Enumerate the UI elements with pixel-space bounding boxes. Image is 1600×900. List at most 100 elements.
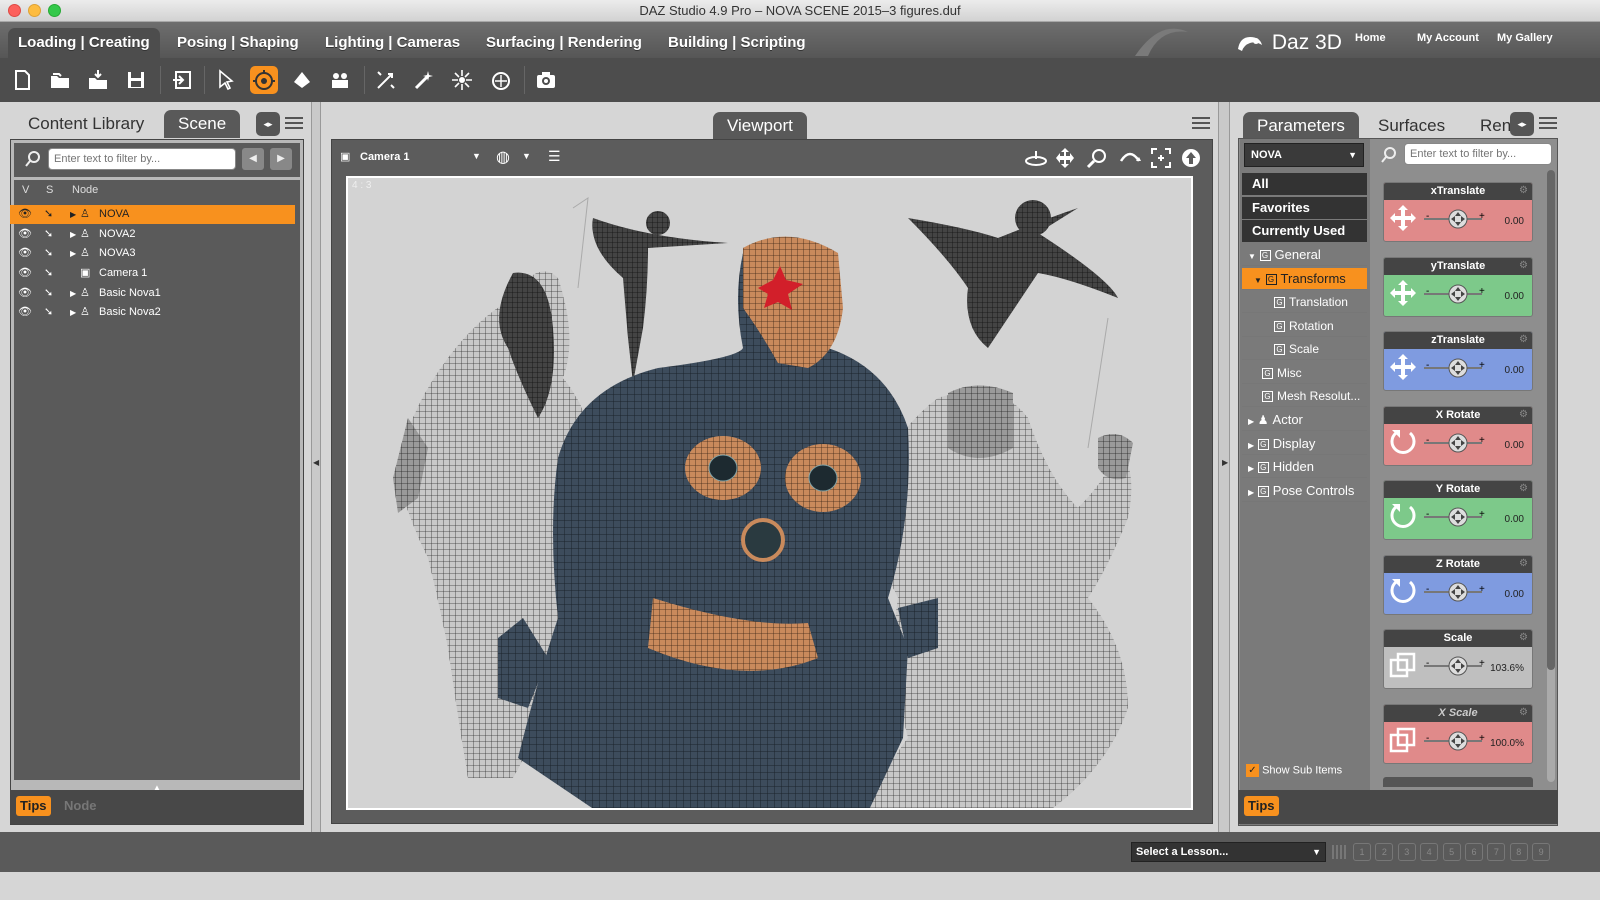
parameter-value[interactable]: 0.00: [1505, 365, 1524, 376]
home-link[interactable]: Home: [1355, 32, 1386, 44]
category-currently-used[interactable]: Currently Used: [1242, 220, 1367, 242]
decrement-icon[interactable]: -: [1426, 435, 1429, 446]
gear-icon[interactable]: ⚙: [1519, 558, 1528, 569]
category-favorites[interactable]: Favorites: [1242, 197, 1367, 219]
gear-icon[interactable]: ⚙: [1519, 185, 1528, 196]
merge-icon[interactable]: [84, 66, 112, 94]
slider-knob-icon[interactable]: [1448, 582, 1468, 602]
frame-icon[interactable]: [1150, 147, 1172, 169]
gear-icon[interactable]: ⚙: [1519, 632, 1528, 643]
right-panel-pin-button[interactable]: ◂▸: [1510, 112, 1534, 136]
filter-back-button[interactable]: ◀: [242, 148, 264, 170]
decrement-icon[interactable]: -: [1426, 658, 1429, 669]
right-tips-tab[interactable]: Tips: [1244, 796, 1279, 816]
panel-pin-button[interactable]: ◂▸: [256, 112, 280, 136]
slider-knob-icon[interactable]: [1448, 358, 1468, 378]
tab-loading-creating[interactable]: Loading | Creating: [8, 28, 160, 58]
tab-scene[interactable]: Scene: [164, 110, 241, 138]
new-icon[interactable]: [8, 66, 36, 94]
tab-posing-shaping[interactable]: Posing | Shaping: [167, 28, 309, 58]
node-selector-dropdown-icon[interactable]: ▼: [1348, 144, 1357, 166]
filter-forward-button[interactable]: ▶: [270, 148, 292, 170]
active-pose-icon[interactable]: [288, 66, 316, 94]
parameter-value[interactable]: 0.00: [1505, 291, 1524, 302]
tab-viewport[interactable]: Viewport: [713, 112, 807, 140]
select-icon[interactable]: [212, 66, 240, 94]
increment-icon[interactable]: +: [1479, 211, 1485, 222]
select-arrow-icon[interactable]: ➘: [44, 284, 53, 303]
slider-knob-icon[interactable]: [1448, 656, 1468, 676]
scene-row-nova2[interactable]: 👁 ➘ ▶ ♙ NOVA2: [10, 225, 295, 244]
expand-arrow-icon[interactable]: ▶: [70, 225, 76, 244]
tree-hidden[interactable]: ▶ G Hidden: [1242, 456, 1367, 478]
save-icon[interactable]: [122, 66, 150, 94]
lesson-step-button[interactable]: 2: [1375, 843, 1394, 861]
expand-arrow-icon[interactable]: ▶: [70, 303, 76, 322]
decrement-icon[interactable]: -: [1426, 733, 1429, 744]
slider-knob-icon[interactable]: [1448, 731, 1468, 751]
tab-parameters[interactable]: Parameters: [1243, 112, 1359, 140]
scene-row-basic-nova2[interactable]: 👁 ➘ ▶ ♙ Basic Nova2: [10, 303, 295, 322]
increment-icon[interactable]: +: [1479, 435, 1485, 446]
my-gallery-link[interactable]: My Gallery: [1497, 32, 1553, 44]
my-account-link[interactable]: My Account: [1417, 32, 1479, 44]
daz-logo[interactable]: Daz 3D: [1236, 28, 1342, 58]
expanded-arrow-icon[interactable]: ▼: [1248, 252, 1256, 261]
left-splitter[interactable]: ◀: [311, 102, 321, 832]
open-icon[interactable]: [46, 66, 74, 94]
tree-translation[interactable]: G Translation: [1242, 291, 1367, 313]
select-arrow-icon[interactable]: ➘: [44, 244, 53, 263]
tree-rotation[interactable]: G Rotation: [1242, 315, 1367, 337]
decrement-icon[interactable]: -: [1426, 584, 1429, 595]
decrement-icon[interactable]: -: [1426, 211, 1429, 222]
camera-select[interactable]: Camera 1: [360, 151, 410, 163]
expand-arrow-icon[interactable]: ▶: [70, 284, 76, 303]
lesson-step-button[interactable]: 9: [1532, 843, 1551, 861]
eye-icon[interactable]: 👁: [18, 244, 32, 263]
reset-icon[interactable]: [1180, 147, 1202, 169]
eye-icon[interactable]: 👁: [18, 264, 32, 283]
surface-selection-icon[interactable]: [486, 66, 514, 94]
increment-icon[interactable]: +: [1479, 658, 1485, 669]
tree-pose-controls[interactable]: ▶ G Pose Controls: [1242, 480, 1367, 502]
eye-icon[interactable]: 👁: [18, 284, 32, 303]
tree-scale[interactable]: G Scale: [1242, 338, 1367, 360]
viewport-menu-icon[interactable]: [1192, 117, 1210, 131]
tips-tab[interactable]: Tips: [16, 796, 51, 816]
lesson-step-button[interactable]: 6: [1465, 843, 1483, 861]
select-arrow-icon[interactable]: ➘: [44, 303, 53, 322]
lesson-step-button[interactable]: 1: [1353, 843, 1371, 861]
collapsed-arrow-icon[interactable]: ▶: [1248, 441, 1254, 450]
parameters-filter-input[interactable]: [1404, 143, 1552, 165]
increment-icon[interactable]: +: [1479, 584, 1485, 595]
minimize-window-button[interactable]: [28, 4, 41, 17]
lesson-step-button[interactable]: 5: [1442, 843, 1461, 861]
right-splitter[interactable]: ▶: [1218, 102, 1230, 832]
parameter-slider[interactable]: Scale - +103.6% ⚙: [1383, 629, 1533, 689]
panel-menu-icon[interactable]: [285, 117, 303, 131]
tree-actor[interactable]: ▶ ♟ Actor: [1242, 409, 1367, 431]
parameter-slider[interactable]: Y Rotate - +0.00 ⚙: [1383, 480, 1533, 540]
tree-general[interactable]: ▼ G General: [1242, 244, 1367, 266]
orbit-icon[interactable]: [1024, 147, 1048, 169]
parameter-slider[interactable]: xTranslate - +0.00 ⚙: [1383, 182, 1533, 242]
gear-icon[interactable]: ⚙: [1519, 260, 1528, 271]
tab-lighting-cameras[interactable]: Lighting | Cameras: [315, 28, 470, 58]
viewport-options-icon[interactable]: ☰: [548, 148, 561, 165]
point-light-icon[interactable]: [448, 66, 476, 94]
column-node[interactable]: Node: [72, 184, 98, 196]
parameter-slider[interactable]: X Rotate - +0.00 ⚙: [1383, 405, 1533, 466]
increment-icon[interactable]: +: [1479, 360, 1485, 371]
tab-content-library[interactable]: Content Library: [14, 110, 158, 138]
gear-icon[interactable]: ⚙: [1519, 707, 1528, 718]
node-weight-icon[interactable]: [326, 66, 354, 94]
lesson-step-button[interactable]: 3: [1397, 843, 1416, 861]
pan-icon[interactable]: [1054, 147, 1076, 169]
lesson-select[interactable]: Select a Lesson... ▼: [1131, 842, 1326, 862]
eye-icon[interactable]: 👁: [18, 225, 32, 244]
tree-transforms[interactable]: ▼ G Transforms: [1242, 268, 1367, 290]
draw-style-icon[interactable]: ◍: [496, 147, 510, 167]
show-sub-items-checkbox[interactable]: ✓ Show Sub Items: [1246, 764, 1342, 777]
lesson-dropdown-icon[interactable]: ▼: [1312, 843, 1321, 861]
tab-surfacing-rendering[interactable]: Surfacing | Rendering: [476, 28, 652, 58]
